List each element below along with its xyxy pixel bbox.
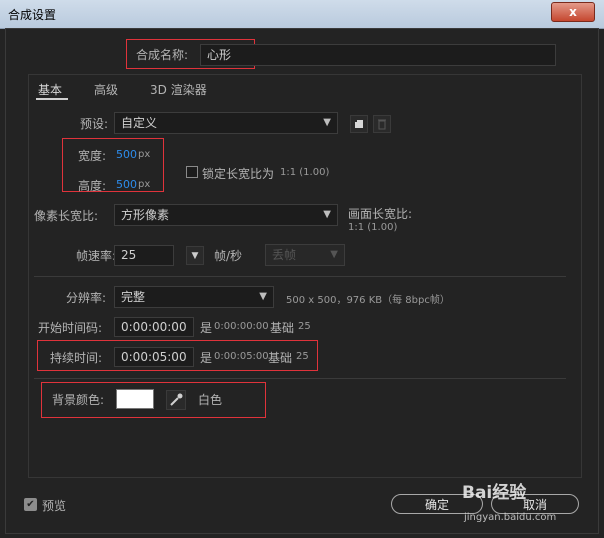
drop-frame-dropdown: 丢帧 ▼ (265, 244, 345, 266)
resolution-info: 500 x 500，976 KB（每 8bpc帧） (286, 295, 450, 306)
resolution-dropdown[interactable]: 完整 ▼ (114, 286, 274, 308)
frame-aspect-label: 画面长宽比: (348, 207, 413, 221)
width-label: 宽度: (78, 149, 107, 163)
width-unit: px (138, 149, 151, 160)
start-timecode-label: 开始时间码: (38, 321, 103, 335)
eyedropper-button[interactable] (166, 390, 186, 410)
chevron-down-icon: ▼ (323, 209, 331, 220)
frame-rate-input[interactable]: 25 (114, 245, 174, 266)
divider (34, 276, 566, 277)
tab-basic[interactable]: 基本 (38, 81, 62, 98)
frame-rate-unit: 帧/秒 (214, 249, 243, 263)
comp-name-label: 合成名称: (136, 48, 189, 62)
chevron-down-icon: ▼ (330, 249, 338, 260)
resolution-value: 完整 (121, 290, 146, 304)
background-color-name: 白色 (198, 393, 223, 407)
eyedropper-icon (170, 393, 183, 406)
duration-input[interactable]: 0:00:05:00 (114, 347, 194, 367)
tab-advanced[interactable]: 高级 (94, 81, 118, 98)
resolution-label: 分辨率: (66, 291, 107, 305)
tab-3d-renderer[interactable]: 3D 渲染器 (150, 81, 207, 98)
chevron-down-icon: ▼ (259, 291, 267, 302)
duration-is: 是 (200, 351, 213, 365)
trash-icon (378, 119, 386, 130)
start-timecode-base-label: 基础 (270, 321, 295, 335)
duration-label: 持续时间: (50, 351, 103, 365)
divider (34, 378, 566, 379)
preview-label: 预览 (42, 499, 67, 513)
duration-is-value: 0:00:05:00 (214, 351, 269, 362)
duration-base-label: 基础 (268, 351, 293, 365)
background-color-swatch[interactable] (116, 389, 154, 409)
close-button[interactable]: x (551, 2, 595, 22)
comp-name-input[interactable]: 心形 (200, 44, 556, 66)
lock-aspect-value: 1:1 (1.00) (280, 167, 330, 178)
pixel-aspect-dropdown[interactable]: 方形像素 ▼ (114, 204, 338, 226)
chevron-down-icon: ▼ (323, 117, 331, 128)
lock-aspect-checkbox[interactable] (186, 166, 198, 178)
start-timecode-is: 是 (200, 321, 213, 335)
duration-base-value: 25 (296, 351, 309, 362)
title-bar: 合成设置 x (0, 0, 604, 29)
height-unit: px (138, 179, 151, 190)
watermark-brand: Bai经验 (462, 483, 527, 503)
height-value[interactable]: 500 (116, 178, 137, 191)
chevron-down-icon: ▼ (191, 251, 199, 261)
background-label: 背景颜色: (52, 393, 105, 407)
active-tab-underline (36, 98, 68, 100)
preview-checkbox[interactable]: ✔ (24, 498, 37, 511)
pixel-aspect-label: 像素长宽比: (34, 209, 99, 223)
width-value[interactable]: 500 (116, 148, 137, 161)
height-label: 高度: (78, 179, 107, 193)
preset-value: 自定义 (121, 116, 158, 130)
preset-dropdown[interactable]: 自定义 ▼ (114, 112, 338, 134)
save-preset-button[interactable] (350, 115, 368, 133)
frame-aspect-value: 1:1 (1.00) (348, 222, 398, 233)
start-timecode-is-value: 0:00:00:00 (214, 321, 269, 332)
pixel-aspect-value: 方形像素 (121, 208, 170, 222)
start-timecode-input[interactable]: 0:00:00:00 (114, 317, 194, 337)
lock-aspect-label: 锁定长宽比为 (202, 167, 275, 181)
drop-frame-value: 丢帧 (272, 248, 297, 262)
preset-label: 预设: (80, 117, 109, 131)
watermark-url: jingyan.baidu.com (464, 512, 557, 523)
frame-rate-label: 帧速率: (76, 249, 117, 263)
frame-rate-menu-button[interactable]: ▼ (186, 246, 204, 265)
delete-preset-button[interactable] (373, 115, 391, 133)
start-timecode-base-value: 25 (298, 321, 311, 332)
window-title: 合成设置 (8, 8, 57, 22)
save-preset-icon (354, 119, 363, 128)
